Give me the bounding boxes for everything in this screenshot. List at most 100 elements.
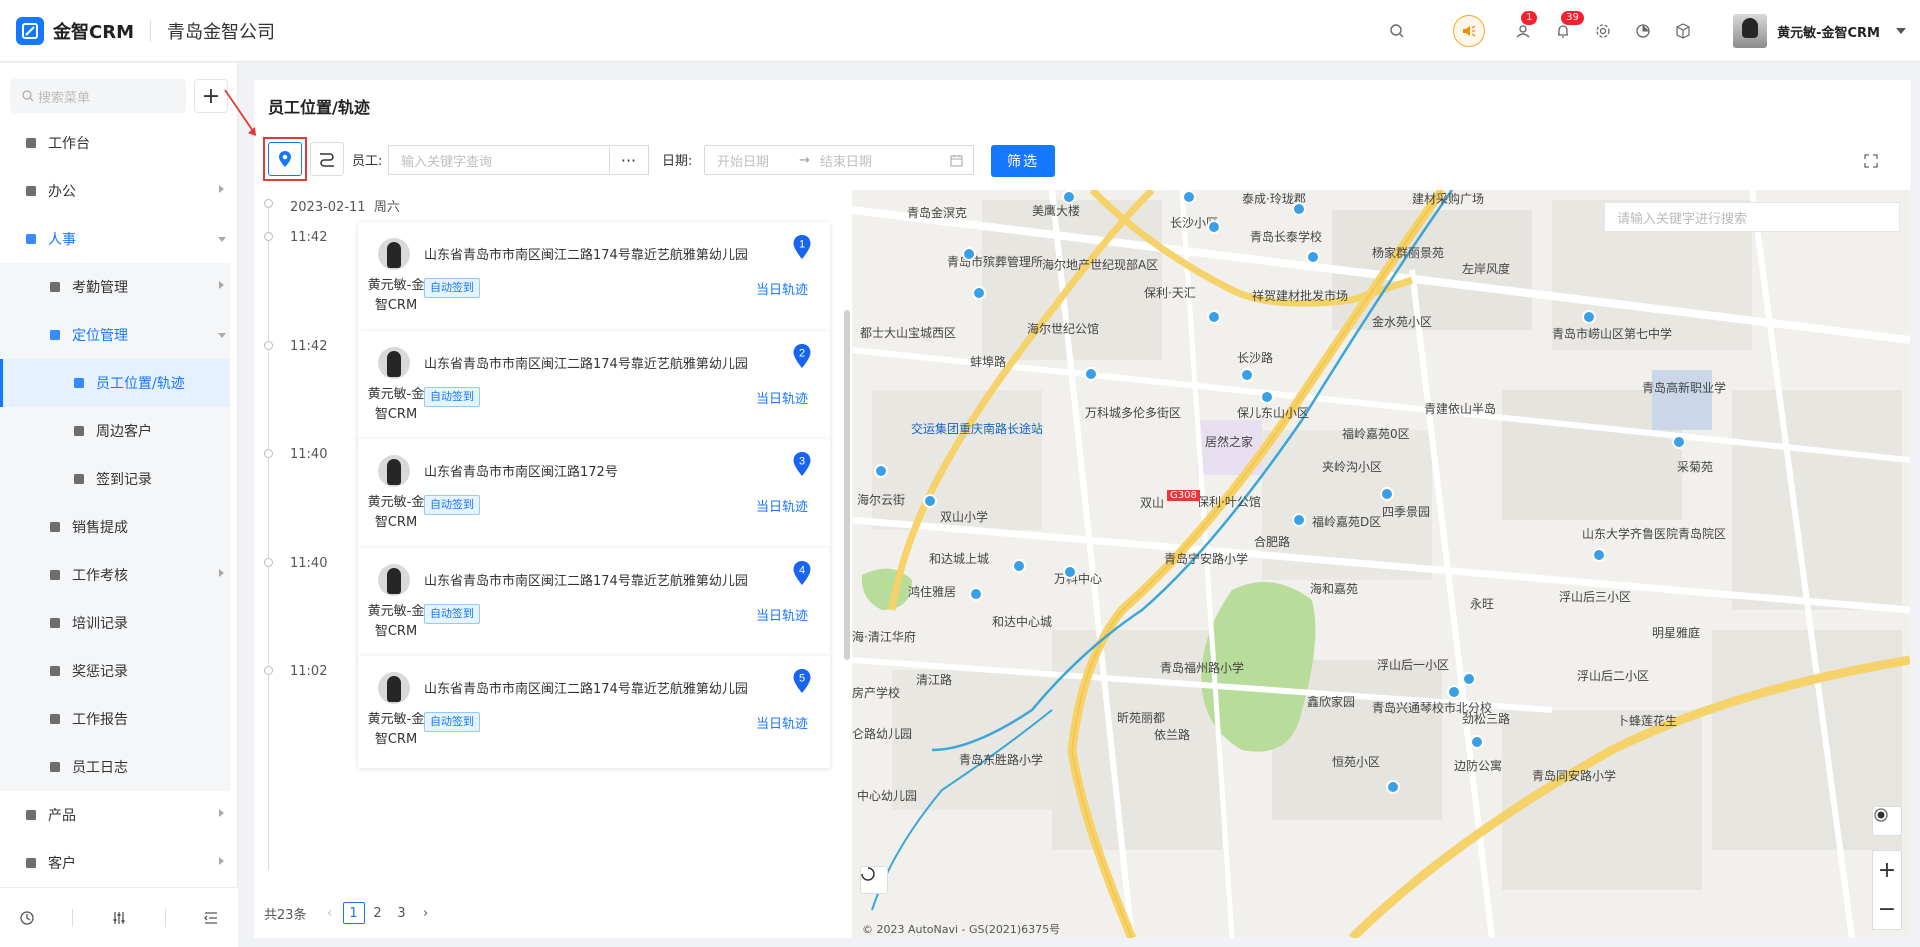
map-view[interactable]: 青岛金溟克 美鹰大楼 长沙小区 泰成·玲珑郡 建材采购广场 青岛市殡葬管理所 海尔地产世纪现… [852,190,1910,938]
map-label[interactable]: 鸿住雅居 [908,583,956,600]
history-icon[interactable] [19,910,35,926]
map-label[interactable]: 万科中心 [1054,570,1102,587]
sidebar-item[interactable]: 奖惩记录 [0,647,230,695]
bell-icon[interactable]: 39 [1551,11,1584,43]
map-poi-icon[interactable] [1386,780,1400,794]
date-range-picker[interactable]: 开始日期 → 结束日期 [704,145,974,175]
map-poi-icon[interactable] [923,494,937,508]
map-label[interactable]: 浮山后一小区 [1377,656,1449,673]
map-label[interactable]: 山东大学齐鲁医院青岛院区 [1582,525,1726,542]
map-poi-icon[interactable] [1462,672,1476,686]
page-1[interactable]: 1 [342,902,365,924]
collapse-menu-icon[interactable] [203,910,219,926]
map-label[interactable]: 海和嘉苑 [1310,580,1358,597]
map-poi-icon[interactable] [1084,367,1098,381]
brand-logo[interactable]: 金智CRM [16,16,134,45]
map-label[interactable]: 青岛高新职业学 [1642,379,1726,396]
map-label[interactable]: 交运集团重庆南路长途站 [911,420,1043,437]
map-label[interactable]: 蚌埠路 [970,353,1006,370]
map-label[interactable]: 合肥路 [1254,533,1290,550]
map-pin-icon[interactable]: 3 [792,451,812,477]
record-card[interactable]: 山东省青岛市市南区闽江二路174号靠近艺航雅第幼儿园 黄元敏-金智CRM 自动签到 当… [358,547,830,660]
map-label[interactable]: 海尔地产世纪现部A区 [1042,256,1158,273]
speaker-icon[interactable] [1453,15,1486,47]
map-label[interactable]: 卜蜂莲花生 [1617,712,1677,729]
map-label[interactable]: 保儿东山小区 [1237,404,1309,421]
map-label[interactable]: 保利·天汇 [1144,284,1196,301]
map-label[interactable]: 房产学校 [852,684,900,701]
map-poi-icon[interactable] [1182,190,1196,204]
map-label[interactable]: 万科城多伦多街区 [1085,404,1181,421]
map-canvas[interactable] [852,190,1910,938]
record-card[interactable]: 山东省青岛市市南区闽江二路174号靠近艺航雅第幼儿园 黄元敏-金智CRM 自动签到 当… [358,656,830,769]
sidebar-item[interactable]: 签到记录 [0,455,230,503]
map-label[interactable]: 金水苑小区 [1372,313,1432,330]
sidebar-item[interactable]: 客户 [0,839,230,887]
sidebar-item[interactable]: 销售提成 [0,503,230,551]
zoom-out-button[interactable]: − [1878,897,1896,922]
map-label[interactable]: 青岛同安路小学 [1532,767,1616,784]
sidebar-item[interactable]: 培训记录 [0,599,230,647]
map-label[interactable]: 双山小学 [940,508,988,525]
map-label[interactable]: 福岭嘉苑0区 [1342,425,1410,442]
map-label[interactable]: 美鹰大楼 [1032,202,1080,219]
sidebar-item[interactable]: 员工位置/轨迹 [0,359,230,407]
sidebar-item[interactable]: 产品 [0,791,230,839]
sidebar-item[interactable]: 办公 [0,167,230,215]
map-poi-icon[interactable] [1207,310,1221,324]
sidebar-item[interactable]: 工作台 [0,119,230,167]
map-label[interactable]: 四季景园 [1382,503,1430,520]
map-locate-button[interactable] [1872,806,1902,836]
map-label[interactable]: 采菊苑 [1677,458,1713,475]
map-label[interactable]: 劲松三路 [1462,710,1510,727]
map-label[interactable]: 浮山后三小区 [1559,588,1631,605]
next-page-button[interactable]: › [415,902,437,924]
map-label[interactable]: 杨家群丽景苑 [1372,244,1444,261]
map-label[interactable]: 昕苑丽都 [1117,709,1165,726]
map-poi-icon[interactable] [1470,735,1484,749]
map-poi-icon[interactable] [1582,310,1596,324]
sidebar-item[interactable]: 周边客户 [0,407,230,455]
map-poi-icon[interactable] [1260,390,1274,404]
map-poi-icon[interactable] [1672,435,1686,449]
map-poi-icon[interactable] [1292,202,1306,216]
map-pin-icon[interactable]: 4 [792,560,812,586]
map-poi-icon[interactable] [1062,190,1076,204]
user-menu[interactable]: 黄元敏-金智CRM [1733,14,1906,48]
map-label[interactable]: 建材采购广场 [1412,190,1484,207]
map-label[interactable]: 恒苑小区 [1332,753,1380,770]
menu-search-input[interactable]: 搜索菜单 [10,79,186,113]
map-label[interactable]: 祥贺建材批发市场 [1252,287,1348,304]
page-2[interactable]: 2 [367,902,389,924]
map-label[interactable]: 鑫欣家园 [1307,693,1355,710]
map-label[interactable]: 青岛东胜路小学 [959,751,1043,768]
box-icon[interactable] [1671,19,1695,43]
daily-track-link[interactable]: 当日轨迹 [756,279,808,298]
map-label[interactable]: 双山 [1140,494,1164,511]
map-label[interactable]: 左岸风度 [1462,260,1510,277]
map-label[interactable]: 福岭嘉苑D区 [1312,513,1381,530]
sliders-icon[interactable] [111,910,127,926]
map-label[interactable]: G308 [1167,490,1200,501]
track-view-button[interactable] [310,142,344,176]
map-label[interactable]: 海·清江华府 [852,628,916,645]
map-label[interactable]: 依兰路 [1154,726,1190,743]
record-card[interactable]: 山东省青岛市市南区闽江二路174号靠近艺航雅第幼儿园 黄元敏-金智CRM 自动签到 当… [358,222,830,334]
timeline-scrollbar[interactable] [844,310,850,660]
map-label[interactable]: 明星雅庭 [1652,624,1700,641]
map-poi-icon[interactable] [1063,565,1077,579]
map-label[interactable]: 和达城上城 [929,550,989,567]
map-label[interactable]: 长沙路 [1237,349,1273,366]
map-label[interactable]: 永旺 [1470,595,1494,612]
map-poi-icon[interactable] [874,464,888,478]
map-label[interactable]: 居然之家 [1205,433,1253,450]
zoom-in-button[interactable]: + [1878,858,1896,883]
map-label[interactable]: 青建依山半岛 [1424,400,1496,417]
map-label[interactable]: 青岛长泰学校 [1250,228,1322,245]
map-poi-icon[interactable] [1207,220,1221,234]
map-label[interactable]: 夹岭沟小区 [1322,458,1382,475]
map-poi-icon[interactable] [1380,487,1394,501]
map-poi-icon[interactable] [1292,513,1306,527]
daily-track-link[interactable]: 当日轨迹 [756,713,808,732]
gear-icon[interactable] [1591,19,1615,43]
